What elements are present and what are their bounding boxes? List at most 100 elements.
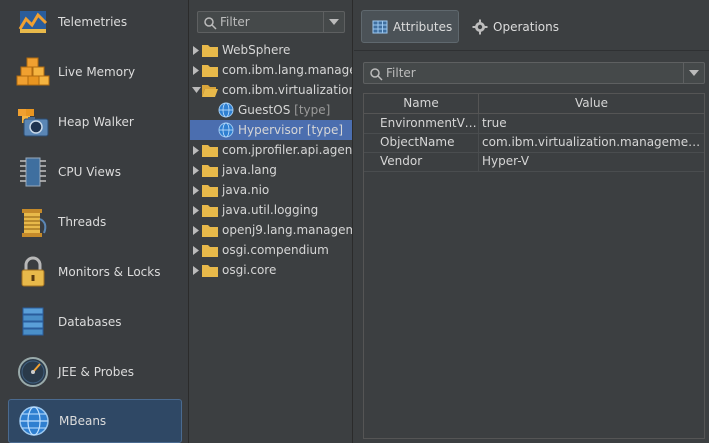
attributes-filter[interactable] (363, 62, 705, 84)
database-icon (16, 305, 50, 339)
collapse-arrow-icon[interactable] (190, 80, 202, 100)
lock-icon (16, 255, 50, 289)
nav-label: Threads (58, 215, 107, 229)
table-row[interactable]: Vendor Hyper-V (364, 152, 704, 172)
nav-item-heap-walker[interactable]: Heap Walker (8, 100, 182, 144)
tree-node-label: openj9.lang.management (222, 223, 352, 237)
nav-item-databases[interactable]: Databases (8, 300, 182, 344)
heap-walker-icon (16, 105, 50, 139)
search-icon (203, 16, 217, 30)
tree-node-com-ibm-virtualization-management[interactable]: com.ibm.virtualization.management (190, 80, 352, 100)
expand-arrow-icon[interactable] (190, 260, 202, 280)
gear-icon (472, 19, 488, 35)
tree-node-label: java.util.logging (222, 203, 319, 217)
tree-node-hypervisor[interactable]: Hypervisor [type] (190, 120, 352, 140)
attribute-value: true (482, 116, 507, 130)
attribute-name: ObjectName (364, 133, 479, 152)
tree-node-com-ibm-lang-management[interactable]: com.ibm.lang.management (190, 60, 352, 80)
nav-label: Heap Walker (58, 115, 134, 129)
table-row[interactable]: ObjectName com.ibm.virtualization.manage… (364, 133, 704, 153)
folder-icon (202, 143, 218, 157)
attribute-name: EnvironmentVirtualization (364, 114, 479, 133)
nav-item-jee-probes[interactable]: JEE & Probes (8, 350, 182, 394)
live-memory-icon (16, 55, 50, 89)
tree-node-label: java.lang (222, 163, 277, 177)
mbean-detail-panel: Attributes Operations Name Valu (354, 0, 709, 443)
tree-node-java-nio[interactable]: java.nio (190, 180, 352, 200)
column-header-name[interactable]: Name (364, 94, 479, 113)
nav-item-live-memory[interactable]: Live Memory (8, 50, 182, 94)
tree-node-label: com.jprofiler.api.agent (222, 143, 353, 157)
nav-label: Databases (58, 315, 122, 329)
globe-icon (17, 404, 51, 438)
mbean-tree-panel: WebSphere com.ibm.lang.management com.ib… (190, 0, 353, 443)
nav-label: Monitors & Locks (58, 265, 161, 279)
tree-node-type: [type] (294, 103, 331, 117)
tree-node-label: java.nio (222, 183, 270, 197)
tree-node-osgi-compendium[interactable]: osgi.compendium (190, 240, 352, 260)
nav-item-telemetries[interactable]: Telemetries (8, 0, 182, 44)
tree-node-label: Hypervisor (238, 123, 304, 137)
nav-label: Live Memory (58, 65, 136, 79)
tab-label: Operations (493, 19, 559, 34)
nav-label: JEE & Probes (58, 365, 134, 379)
globe-icon (218, 122, 234, 138)
threads-icon (16, 205, 50, 239)
tree-node-osgi-core[interactable]: osgi.core (190, 260, 352, 280)
nav-item-threads[interactable]: Threads (8, 200, 182, 244)
tab-attributes[interactable]: Attributes (361, 10, 459, 43)
cpu-views-icon (16, 155, 50, 189)
tree-node-type: [type] (306, 123, 344, 137)
folder-icon (202, 163, 218, 177)
expand-arrow-icon[interactable] (190, 140, 202, 160)
folder-icon (202, 183, 218, 197)
folder-icon (202, 263, 218, 277)
search-icon (369, 67, 383, 81)
tree-node-java-util-logging[interactable]: java.util.logging (190, 200, 352, 220)
table-icon (372, 19, 388, 35)
table-row[interactable]: EnvironmentVirtualization true (364, 114, 704, 134)
globe-icon (218, 102, 234, 118)
tree-node-guestos[interactable]: GuestOS [type] (190, 100, 352, 120)
tree-filter-input[interactable] (220, 12, 320, 32)
tab-operations[interactable]: Operations (462, 10, 562, 43)
folder-icon (202, 63, 218, 77)
folder-icon (202, 243, 218, 257)
expand-arrow-icon[interactable] (190, 180, 202, 200)
attribute-value: com.ibm.virtualization.management:type=H… (482, 135, 704, 149)
tree-filter[interactable] (197, 11, 345, 33)
tree-node-label: com.ibm.lang.management (222, 63, 352, 77)
tree-node-openj9-lang-management[interactable]: openj9.lang.management (190, 220, 352, 240)
tree-node-java-lang[interactable]: java.lang (190, 160, 352, 180)
expand-arrow-icon[interactable] (190, 240, 202, 260)
expand-arrow-icon[interactable] (190, 160, 202, 180)
nav-item-cpu-views[interactable]: CPU Views (8, 150, 182, 194)
chevron-down-icon[interactable] (683, 63, 704, 83)
expand-arrow-icon[interactable] (190, 220, 202, 240)
tree-node-label: osgi.compendium (222, 243, 329, 257)
telemetries-icon (16, 5, 50, 39)
expand-arrow-icon[interactable] (190, 200, 202, 220)
expand-arrow-icon[interactable] (190, 40, 202, 60)
folder-icon (202, 43, 218, 57)
tree-node-label: GuestOS (238, 103, 291, 117)
attribute-name: Vendor (364, 152, 479, 171)
folder-icon (202, 203, 218, 217)
tree-node-label: com.ibm.virtualization.management (222, 83, 352, 97)
nav-item-monitors-locks[interactable]: Monitors & Locks (8, 250, 182, 294)
table-header: Name Value (364, 94, 704, 114)
tab-divider (354, 50, 709, 51)
attributes-filter-input[interactable] (386, 63, 676, 83)
attributes-table: Name Value EnvironmentVirtualization tru… (363, 93, 705, 439)
nav-label: CPU Views (58, 165, 121, 179)
tree-node-com-jprofiler-api-agent[interactable]: com.jprofiler.api.agent (190, 140, 353, 160)
nav-item-mbeans[interactable]: MBeans (8, 399, 182, 443)
tree-node-websphere[interactable]: WebSphere (190, 40, 352, 60)
expand-arrow-icon[interactable] (190, 60, 202, 80)
open-folder-icon (202, 83, 218, 97)
view-selector-sidebar: Telemetries Live Memory Heap Walker CPU … (0, 0, 189, 443)
chevron-down-icon[interactable] (323, 12, 344, 32)
attribute-value: Hyper-V (482, 154, 530, 168)
column-header-value[interactable]: Value (479, 94, 704, 113)
tree-node-label: osgi.core (222, 263, 277, 277)
